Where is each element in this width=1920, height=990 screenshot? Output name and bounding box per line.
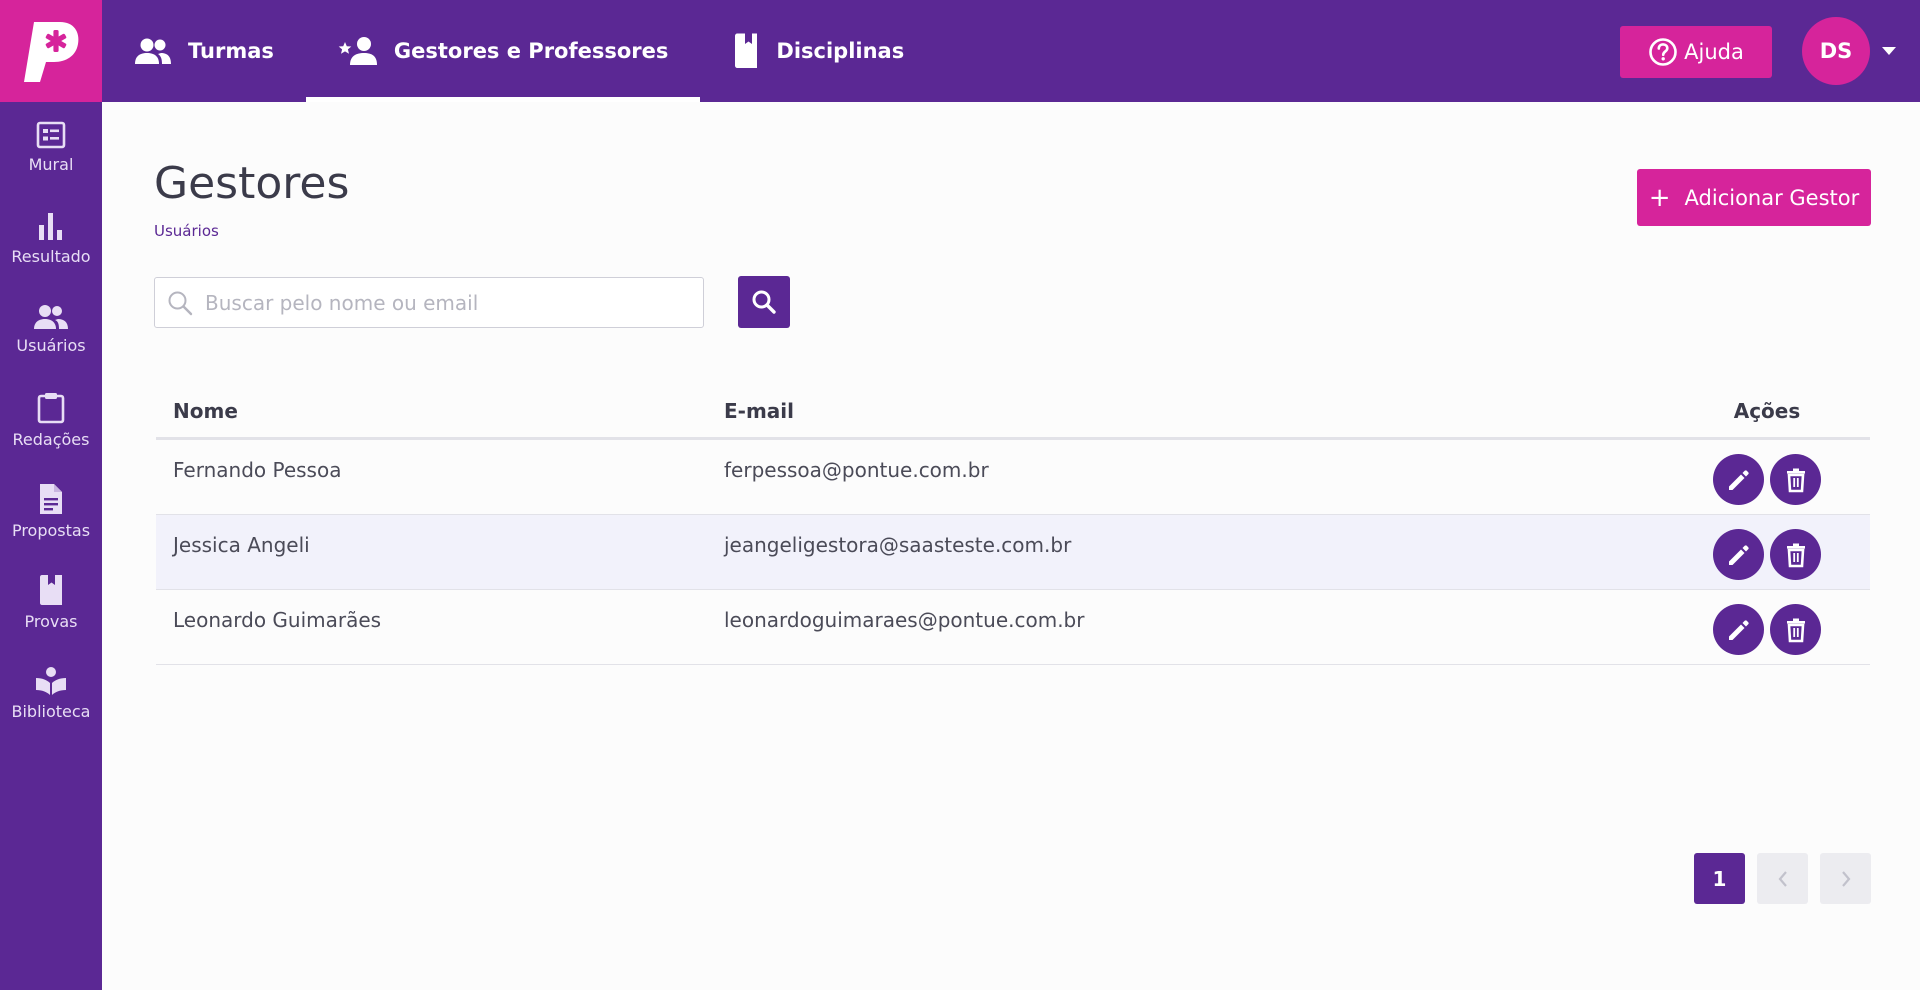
- nav-tab-gestores-professores[interactable]: Gestores e Professores: [305, 0, 701, 102]
- book-bookmark-icon: [735, 33, 758, 68]
- edit-button[interactable]: [1713, 604, 1764, 655]
- sidebar-item-label: Provas: [24, 612, 78, 631]
- people-icon: [135, 38, 171, 64]
- row-actions: [1664, 440, 1870, 505]
- caret-down-icon: [1882, 47, 1896, 55]
- sidebar-item-redacoes[interactable]: Redações: [0, 375, 102, 466]
- search-field: [154, 277, 704, 328]
- help-button-label: Ajuda: [1684, 40, 1744, 64]
- sidebar-item-propostas[interactable]: Propostas: [0, 466, 102, 557]
- sidebar-item-label: Biblioteca: [11, 702, 91, 721]
- app-logo[interactable]: [0, 0, 102, 102]
- table-row: Leonardo Guimarães leonardoguimaraes@pon…: [156, 590, 1870, 665]
- help-circle-icon: [1649, 38, 1677, 66]
- edit-button[interactable]: [1713, 529, 1764, 580]
- pencil-icon: [1728, 544, 1749, 565]
- delete-button[interactable]: [1770, 604, 1821, 655]
- column-header-name[interactable]: Nome: [156, 399, 724, 423]
- avatar-initials: DS: [1819, 39, 1853, 63]
- add-manager-button-label: Adicionar Gestor: [1684, 185, 1860, 210]
- reading-icon: [36, 667, 66, 695]
- search-icon: [752, 290, 776, 314]
- row-name: Fernando Pessoa: [173, 458, 342, 482]
- search-input[interactable]: [205, 290, 685, 315]
- search-button[interactable]: [738, 276, 790, 328]
- users-icon: [34, 305, 68, 329]
- sidebar-item-usuarios[interactable]: Usuários: [0, 284, 102, 375]
- plus-icon: +: [1648, 182, 1671, 213]
- sidebar-item-label: Usuários: [16, 336, 86, 355]
- clipboard-icon: [37, 393, 65, 424]
- chevron-left-icon: [1778, 870, 1787, 887]
- top-nav: Turmas Gestores e Professores Disciplina…: [102, 0, 936, 102]
- nav-tab-turmas[interactable]: Turmas: [102, 0, 306, 102]
- search-icon: [167, 290, 193, 316]
- breadcrumb[interactable]: Usuários: [154, 222, 219, 240]
- nav-tab-label: Gestores e Professores: [393, 39, 669, 63]
- star-person-icon: [338, 37, 377, 65]
- nav-tab-label: Turmas: [188, 39, 274, 63]
- sidebar-item-label: Mural: [28, 155, 74, 174]
- page-title: Gestores: [154, 158, 350, 209]
- sidebar-item-label: Propostas: [11, 521, 91, 540]
- page-button-current[interactable]: 1: [1694, 853, 1745, 904]
- add-manager-button[interactable]: + Adicionar Gestor: [1637, 169, 1871, 226]
- row-name: Jessica Angeli: [173, 533, 310, 557]
- bar-chart-icon: [39, 213, 62, 240]
- sidebar: Mural Resultado Usuários Redações Propos…: [0, 102, 102, 990]
- help-button[interactable]: Ajuda: [1620, 26, 1772, 78]
- sidebar-item-label: Resultado: [11, 247, 91, 266]
- top-bar: Turmas Gestores e Professores Disciplina…: [0, 0, 1920, 102]
- sidebar-item-label: Redações: [12, 430, 90, 449]
- table-row: Jessica Angeli jeangeligestora@saasteste…: [156, 515, 1870, 590]
- delete-button[interactable]: [1770, 454, 1821, 505]
- pencil-icon: [1728, 619, 1749, 640]
- sidebar-item-biblioteca[interactable]: Biblioteca: [0, 648, 102, 739]
- column-header-actions: Ações: [1733, 399, 1801, 423]
- edit-button[interactable]: [1713, 454, 1764, 505]
- nav-tab-disciplinas[interactable]: Disciplinas: [700, 0, 936, 102]
- user-avatar[interactable]: DS: [1802, 17, 1870, 85]
- row-email: leonardoguimaraes@pontue.com.br: [724, 608, 1085, 632]
- trash-icon: [1786, 468, 1805, 492]
- user-menu-toggle[interactable]: [1880, 42, 1898, 60]
- column-header-email[interactable]: E-mail: [724, 399, 1664, 423]
- row-email: jeangeligestora@saasteste.com.br: [724, 533, 1072, 557]
- sidebar-item-mural[interactable]: Mural: [0, 102, 102, 193]
- next-page-button[interactable]: [1820, 853, 1871, 904]
- delete-button[interactable]: [1770, 529, 1821, 580]
- row-actions: [1664, 590, 1870, 655]
- pencil-icon: [1728, 469, 1749, 490]
- row-actions: [1664, 515, 1870, 580]
- sidebar-item-resultado[interactable]: Resultado: [0, 193, 102, 284]
- bulletin-board-icon: [36, 121, 66, 149]
- table-row: Fernando Pessoa ferpessoa@pontue.com.br: [156, 440, 1870, 515]
- row-name: Leonardo Guimarães: [173, 608, 382, 632]
- chevron-right-icon: [1841, 870, 1850, 887]
- previous-page-button[interactable]: [1757, 853, 1808, 904]
- table-header: Nome E-mail Ações: [156, 385, 1870, 440]
- nav-tab-label: Disciplinas: [776, 39, 905, 63]
- managers-table: Nome E-mail Ações Fernando Pessoa ferpes…: [156, 385, 1870, 665]
- trash-icon: [1786, 543, 1805, 567]
- document-icon: [40, 484, 62, 514]
- logo-icon: [24, 22, 79, 82]
- sidebar-item-provas[interactable]: Provas: [0, 557, 102, 648]
- trash-icon: [1786, 618, 1805, 642]
- row-email: ferpessoa@pontue.com.br: [724, 458, 989, 482]
- book-icon: [40, 575, 62, 605]
- pagination: 1: [1694, 853, 1871, 904]
